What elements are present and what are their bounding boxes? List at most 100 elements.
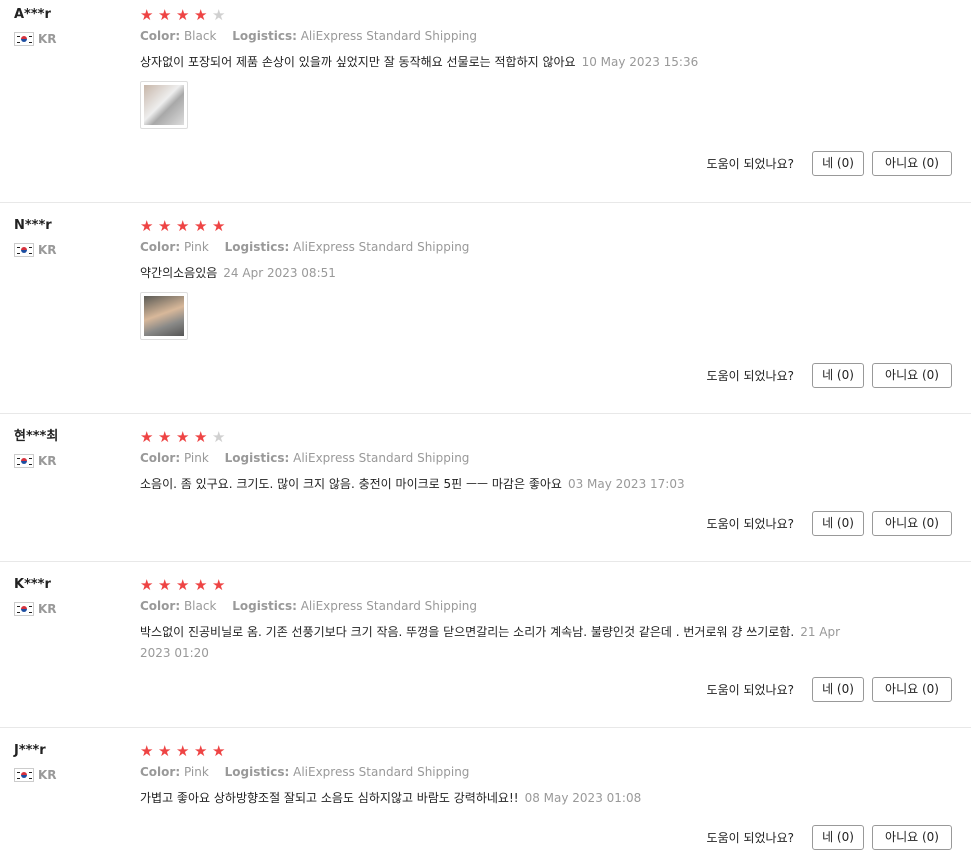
helpful-section: 도움이 되었나요? 네 (0) 아니요 (0) bbox=[707, 151, 952, 176]
star-filled-icon: ★ bbox=[158, 217, 172, 235]
color-label: Color: bbox=[140, 240, 181, 254]
star-filled-icon: ★ bbox=[194, 742, 208, 760]
helpful-yes-button[interactable]: 네 (0) bbox=[812, 677, 864, 702]
helpful-question: 도움이 되었나요? bbox=[706, 517, 794, 531]
buyer-country: KR bbox=[14, 768, 124, 782]
buyer-info: 현***최 KR bbox=[14, 429, 124, 468]
helpful-section: 도움이 되었나요? 네 (0) 아니요 (0) bbox=[707, 511, 952, 536]
color-label: Color: bbox=[140, 451, 181, 465]
star-empty-icon: ★ bbox=[212, 6, 226, 24]
star-filled-icon: ★ bbox=[194, 6, 208, 24]
logistics-value: AliExpress Standard Shipping bbox=[293, 451, 470, 465]
korea-flag-icon bbox=[14, 768, 34, 782]
review-text: 약간의소음있음 bbox=[140, 266, 218, 280]
review-date: 10 May 2023 15:36 bbox=[581, 55, 699, 69]
helpful-yes-button[interactable]: 네 (0) bbox=[812, 151, 864, 176]
star-filled-icon: ★ bbox=[194, 576, 208, 594]
country-code: KR bbox=[38, 602, 57, 616]
star-filled-icon: ★ bbox=[140, 742, 154, 760]
review-content: ★ ★ ★ ★ ★ Color: Pink Logistics: AliExpress … bbox=[140, 429, 880, 495]
helpful-question: 도움이 되었나요? bbox=[706, 157, 794, 171]
helpful-no-button[interactable]: 아니요 (0) bbox=[872, 363, 952, 388]
color-label: Color: bbox=[140, 29, 181, 43]
helpful-no-button[interactable]: 아니요 (0) bbox=[872, 511, 952, 536]
review-text-row: 가볍고 좋아요 상하방향조절 잘되고 소음도 심하지않고 바람도 강력하네요!!… bbox=[140, 788, 880, 809]
review-date: 08 May 2023 01:08 bbox=[524, 791, 642, 805]
buyer-name: A***r bbox=[14, 7, 51, 22]
korea-flag-icon bbox=[14, 32, 34, 46]
review-photo-thumbnail[interactable] bbox=[140, 81, 188, 129]
star-filled-icon: ★ bbox=[176, 6, 190, 24]
star-filled-icon: ★ bbox=[176, 576, 190, 594]
star-filled-icon: ★ bbox=[212, 576, 226, 594]
review-meta: Color: Black Logistics: AliExpress Stand… bbox=[140, 599, 880, 614]
helpful-yes-button[interactable]: 네 (0) bbox=[812, 825, 864, 850]
star-rating: ★ ★ ★ ★ ★ bbox=[140, 7, 880, 23]
star-rating: ★ ★ ★ ★ ★ bbox=[140, 743, 880, 759]
star-filled-icon: ★ bbox=[176, 217, 190, 235]
buyer-name: 현***최 bbox=[14, 429, 59, 444]
helpful-section: 도움이 되었나요? 네 (0) 아니요 (0) bbox=[707, 825, 952, 850]
logistics-value: AliExpress Standard Shipping bbox=[300, 599, 478, 613]
star-filled-icon: ★ bbox=[158, 428, 172, 446]
helpful-no-button[interactable]: 아니요 (0) bbox=[872, 677, 952, 702]
logistics-label: Logistics: bbox=[224, 240, 290, 254]
helpful-no-button[interactable]: 아니요 (0) bbox=[872, 825, 952, 850]
review-text: 소음이. 좀 있구요. 크기도. 많이 크지 않음. 충전이 마이크로 5핀 ㅡ… bbox=[140, 477, 562, 491]
buyer-info: N***r KR bbox=[14, 218, 124, 257]
star-filled-icon: ★ bbox=[212, 742, 226, 760]
color-value: Black bbox=[183, 599, 217, 613]
logistics-label: Logistics: bbox=[224, 451, 290, 465]
review-item: 현***최 KR ★ ★ ★ ★ ★ Color: Pink Logistics: Al… bbox=[0, 414, 971, 562]
star-filled-icon: ★ bbox=[140, 428, 154, 446]
helpful-yes-button[interactable]: 네 (0) bbox=[812, 363, 864, 388]
star-filled-icon: ★ bbox=[158, 742, 172, 760]
star-filled-icon: ★ bbox=[158, 6, 172, 24]
country-code: KR bbox=[38, 32, 57, 46]
review-content: ★ ★ ★ ★ ★ Color: Pink Logistics: AliExpress … bbox=[140, 218, 880, 340]
star-rating: ★ ★ ★ ★ ★ bbox=[140, 577, 880, 593]
review-content: ★ ★ ★ ★ ★ Color: Black Logistics: AliExpress… bbox=[140, 577, 880, 664]
helpful-section: 도움이 되었나요? 네 (0) 아니요 (0) bbox=[707, 363, 952, 388]
buyer-info: K***r KR bbox=[14, 577, 124, 616]
review-photo-thumbnail[interactable] bbox=[140, 292, 188, 340]
star-filled-icon: ★ bbox=[140, 217, 154, 235]
logistics-label: Logistics: bbox=[224, 765, 290, 779]
buyer-info: J***r KR bbox=[14, 743, 124, 782]
review-text: 상자없이 포장되어 제품 손상이 있을까 싶었지만 잘 동작해요 선물로는 적합… bbox=[140, 55, 576, 69]
review-meta: Color: Pink Logistics: AliExpress Standa… bbox=[140, 240, 880, 255]
star-filled-icon: ★ bbox=[140, 576, 154, 594]
star-filled-icon: ★ bbox=[194, 428, 208, 446]
buyer-country: KR bbox=[14, 32, 124, 46]
color-label: Color: bbox=[140, 599, 181, 613]
review-item: A***r KR ★ ★ ★ ★ ★ Color: Black Logistics: A… bbox=[0, 0, 971, 203]
buyer-info: A***r KR bbox=[14, 7, 124, 46]
review-date: 03 May 2023 17:03 bbox=[567, 477, 685, 491]
logistics-value: AliExpress Standard Shipping bbox=[293, 240, 470, 254]
buyer-country: KR bbox=[14, 243, 124, 257]
review-text-row: 약간의소음있음 24 Apr 2023 08:51 bbox=[140, 263, 880, 284]
logistics-value: AliExpress Standard Shipping bbox=[293, 765, 470, 779]
helpful-no-button[interactable]: 아니요 (0) bbox=[872, 151, 952, 176]
color-label: Color: bbox=[140, 765, 181, 779]
helpful-question: 도움이 되었나요? bbox=[706, 683, 794, 697]
korea-flag-icon bbox=[14, 602, 34, 616]
star-filled-icon: ★ bbox=[212, 217, 226, 235]
review-text-row: 박스없이 진공비닐로 옴. 기존 선풍기보다 크기 작음. 뚜껑을 닫으면갈리는… bbox=[140, 622, 865, 664]
review-text: 박스없이 진공비닐로 옴. 기존 선풍기보다 크기 작음. 뚜껑을 닫으면갈리는… bbox=[140, 625, 795, 639]
buyer-name: J***r bbox=[14, 743, 46, 758]
review-item: N***r KR ★ ★ ★ ★ ★ Color: Pink Logistics: Al… bbox=[0, 203, 971, 414]
star-filled-icon: ★ bbox=[176, 742, 190, 760]
review-meta: Color: Black Logistics: AliExpress Stand… bbox=[140, 29, 880, 44]
review-list: A***r KR ★ ★ ★ ★ ★ Color: Black Logistics: A… bbox=[0, 0, 971, 856]
review-item: J***r KR ★ ★ ★ ★ ★ Color: Pink Logistics: Al… bbox=[0, 728, 971, 856]
review-meta: Color: Pink Logistics: AliExpress Standa… bbox=[140, 765, 880, 780]
star-filled-icon: ★ bbox=[140, 6, 154, 24]
review-content: ★ ★ ★ ★ ★ Color: Pink Logistics: AliExpress … bbox=[140, 743, 880, 809]
buyer-name: N***r bbox=[14, 218, 52, 233]
helpful-yes-button[interactable]: 네 (0) bbox=[812, 511, 864, 536]
star-filled-icon: ★ bbox=[158, 576, 172, 594]
korea-flag-icon bbox=[14, 243, 34, 257]
star-rating: ★ ★ ★ ★ ★ bbox=[140, 429, 880, 445]
korea-flag-icon bbox=[14, 454, 34, 468]
